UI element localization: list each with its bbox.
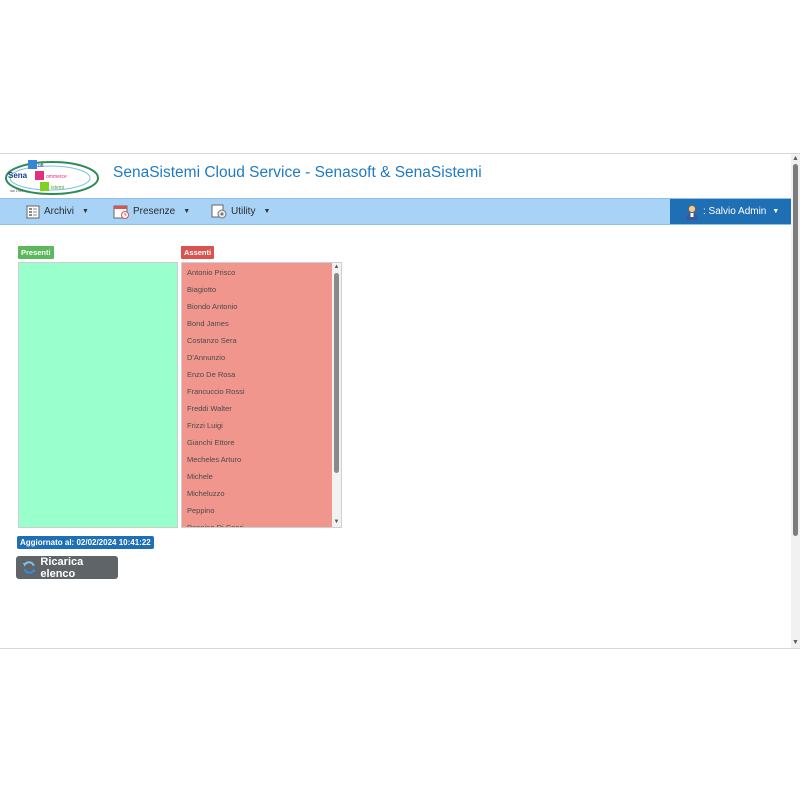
assenti-list-options: Antonio Prisco Biagiotto Biondo Antonio Bon… [182, 263, 333, 527]
calendar-icon [113, 205, 129, 219]
svg-text:Sena: Sena [8, 171, 28, 180]
nav-utility-label: Utility [231, 206, 256, 217]
list-item[interactable]: Micheluzzo [182, 485, 333, 502]
list-item[interactable]: Mecheles Arturo [182, 451, 333, 468]
scroll-up-icon[interactable]: ▲ [332, 263, 341, 272]
list-item[interactable]: Bond James [182, 315, 333, 332]
scroll-thumb[interactable] [334, 273, 339, 473]
scroll-down-icon[interactable]: ▼ [791, 638, 800, 648]
list-item[interactable]: Francuccio Rossi [182, 383, 333, 400]
list-item[interactable]: Biondo Antonio [182, 298, 333, 315]
company-logo: Sena oft ommerce istemi dal 1993 [4, 156, 100, 198]
list-item[interactable]: D'Annunzio [182, 349, 333, 366]
nav-presenze-label: Presenze [133, 206, 176, 217]
svg-text:istemi: istemi [51, 185, 64, 191]
user-menu[interactable]: : Salvio Admin ▼ [670, 199, 791, 224]
presenti-label: Presenti [18, 246, 54, 259]
list-item[interactable]: Biagiotto [182, 281, 333, 298]
scroll-thumb[interactable] [793, 164, 798, 536]
assenti-list-scrollbar[interactable]: ▲ ▼ [332, 263, 341, 527]
list-item[interactable]: Enzo De Rosa [182, 366, 333, 383]
main-navbar: Archivi ▼ Presenze ▼ Utility ▼: Salvio … [0, 198, 791, 225]
archive-icon [26, 205, 40, 218]
chevron-down-icon: ▼ [82, 208, 89, 215]
updated-timestamp-badge: Aggiornato al: 02/02/2024 10:41:22 [17, 536, 154, 549]
svg-text:oft: oft [38, 163, 44, 169]
list-item[interactable]: Freddi Walter [182, 400, 333, 417]
user-avatar-icon [686, 204, 698, 220]
chevron-down-icon: ▼ [772, 208, 780, 215]
nav-archivi-label: Archivi [44, 206, 75, 217]
scroll-down-icon[interactable]: ▼ [332, 518, 341, 527]
list-item[interactable]: Frizzi Luigi [182, 417, 333, 434]
list-item[interactable]: Antonio Prisco [182, 264, 333, 281]
reload-list-button[interactable]: Ricarica elenco [16, 555, 118, 580]
svg-text:ommerce: ommerce [46, 174, 67, 180]
list-item[interactable]: Gianchi Ettore [182, 434, 333, 451]
reload-list-label: Ricarica elenco [40, 555, 84, 580]
page-title: SenaSistemi Cloud Service - Senasoft & S… [113, 164, 482, 181]
user-menu-label: : Salvio Admin [703, 206, 767, 217]
page-scrollbar[interactable]: ▲ ▼ [791, 154, 800, 648]
assenti-list[interactable]: Antonio Prisco Biagiotto Biondo Antonio Bon… [181, 262, 342, 528]
list-item[interactable]: Michele [182, 468, 333, 485]
presenti-list[interactable] [18, 262, 178, 528]
chevron-down-icon: ▼ [183, 208, 191, 215]
scroll-up-icon[interactable]: ▲ [791, 154, 800, 164]
svg-text:dal 1993: dal 1993 [10, 189, 23, 193]
nav-presenze[interactable]: Presenze ▼ [113, 199, 190, 224]
utility-icon [211, 204, 227, 219]
list-item[interactable]: Peppino Di Capri [182, 519, 333, 527]
list-item[interactable]: Peppino [182, 502, 333, 519]
browser-viewport: Sena oft ommerce istemi dal 1993 SenaSis… [0, 153, 800, 649]
refresh-icon [22, 561, 36, 574]
assenti-label: Assenti [181, 246, 215, 259]
app-header: Sena oft ommerce istemi dal 1993 SenaSis… [0, 154, 791, 198]
list-item[interactable]: Costanzo Sera [182, 332, 333, 349]
nav-utility[interactable]: Utility ▼ [211, 199, 270, 224]
chevron-down-icon: ▼ [263, 208, 271, 215]
nav-archivi[interactable]: Archivi ▼ [26, 199, 89, 224]
